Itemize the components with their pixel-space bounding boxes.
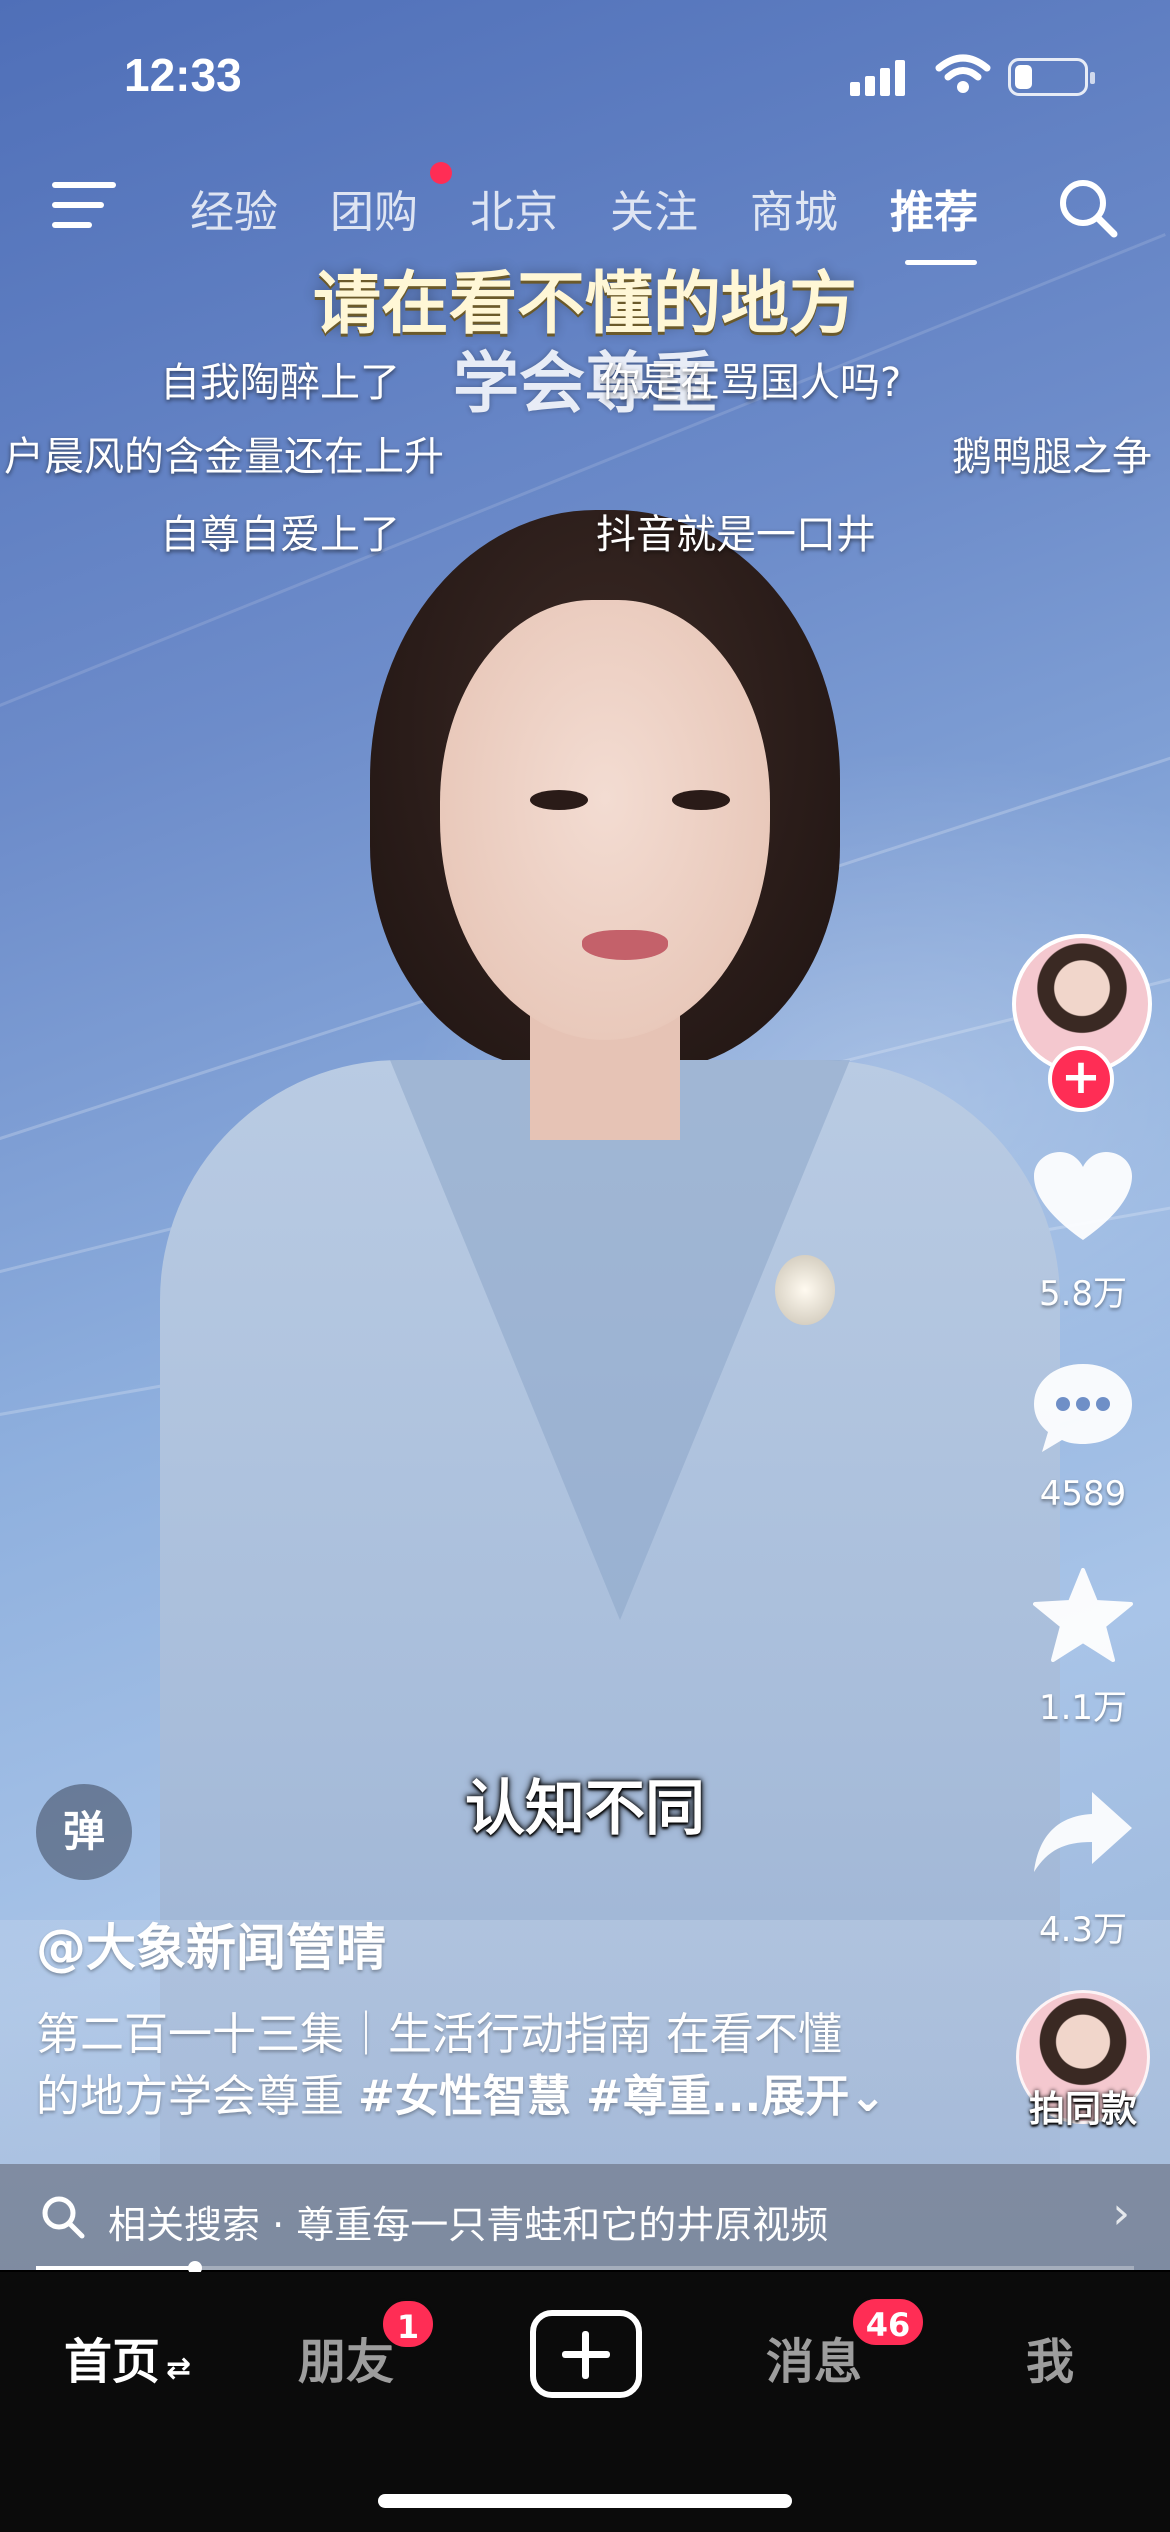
video-progress-bar[interactable] xyxy=(36,2261,1134,2275)
friends-badge: 1 xyxy=(380,2298,436,2350)
favorite-star-icon[interactable] xyxy=(1030,1568,1136,1664)
battery-icon xyxy=(1008,58,1095,96)
danmu-comment: 自我陶醉上了 xyxy=(160,360,400,406)
tab-recommended[interactable]: 推荐 xyxy=(890,176,1030,240)
menu-icon[interactable] xyxy=(52,180,116,230)
anchor-mouth xyxy=(582,930,668,960)
top-nav-tabs: 经验 团购 北京 关注 商城 推荐 xyxy=(190,176,1030,240)
danmu-comment: 抖音就是一口井 xyxy=(596,512,876,558)
home-indicator xyxy=(378,2494,792,2508)
tab-beijing[interactable]: 北京 xyxy=(470,176,610,240)
share-count: 4.3万 xyxy=(1038,1910,1128,1950)
expand-button[interactable]: 展开⌄ xyxy=(761,2071,886,2122)
bottom-tab-bar: 首页 ⇄ 朋友 1 消息 46 我 xyxy=(0,2272,1170,2532)
status-time: 12:33 xyxy=(124,49,242,101)
tab-home-label: 首页 xyxy=(64,2334,161,2390)
author-name[interactable]: @大象新闻管晴 xyxy=(36,1908,386,1980)
video-subtitle: 认知不同 xyxy=(465,1774,705,1844)
progress-fill xyxy=(36,2266,196,2270)
comment-icon[interactable] xyxy=(1030,1360,1136,1456)
battery-level xyxy=(1015,65,1032,89)
related-search-bar[interactable]: 相关搜索 · 尊重每一只青蛙和它的井原视频 › xyxy=(0,2164,1170,2270)
refresh-swap-icon: ⇄ xyxy=(166,2351,192,2386)
danmu-comment: 户晨风的含金量还在上升 xyxy=(4,434,444,480)
status-bar: 12:33 xyxy=(0,0,1170,150)
tab-following[interactable]: 关注 xyxy=(610,176,750,240)
share-arrow-icon[interactable] xyxy=(1030,1784,1136,1880)
anchor-eye xyxy=(672,790,730,810)
comment-count: 4589 xyxy=(1039,1474,1127,1514)
danmu-toggle-button[interactable]: 弹 xyxy=(36,1784,132,1880)
description-text: 的地方学会尊重 xyxy=(36,2071,358,2122)
danmu-comment: 你是在骂国人吗? xyxy=(600,360,902,406)
follow-button[interactable]: + xyxy=(1048,1046,1114,1112)
hashtags[interactable]: #女性智慧 #尊重... xyxy=(358,2071,761,2122)
chevron-right-icon: › xyxy=(1112,2188,1130,2239)
tab-experience[interactable]: 经验 xyxy=(190,176,330,240)
create-plus-button[interactable] xyxy=(530,2310,642,2398)
wifi-icon xyxy=(935,54,991,93)
same-style-label[interactable]: 拍同款 xyxy=(1012,2080,1154,2132)
cellular-signal-icon xyxy=(850,60,905,96)
notification-dot xyxy=(430,162,452,184)
related-search-text: 相关搜索 · 尊重每一只青蛙和它的井原视频 xyxy=(108,2203,829,2247)
tab-home[interactable]: 首页 ⇄ xyxy=(64,2322,191,2392)
video-description: 第二百一十三集｜生活行动指南 在看不懂 的地方学会尊重 #女性智慧 #尊重...… xyxy=(36,2004,936,2128)
anchor-face xyxy=(440,600,770,1040)
suit-lapel xyxy=(620,1060,850,1620)
danmu-comment: 鹅鸭腿之争 xyxy=(952,434,1152,480)
like-count: 5.8万 xyxy=(1038,1274,1128,1314)
messages-badge: 46 xyxy=(850,2296,926,2348)
description-line-2: 的地方学会尊重 #女性智慧 #尊重...展开⌄ xyxy=(36,2066,936,2128)
search-icon xyxy=(42,2196,85,2239)
tab-group-buy[interactable]: 团购 xyxy=(330,176,470,240)
suit-lapel xyxy=(390,1060,620,1620)
search-icon[interactable] xyxy=(1056,176,1120,240)
like-heart-icon[interactable] xyxy=(1030,1150,1136,1246)
description-line: 第二百一十三集｜生活行动指南 在看不懂 xyxy=(36,2009,842,2060)
tab-me[interactable]: 我 xyxy=(1026,2322,1074,2392)
tab-messages[interactable]: 消息 xyxy=(766,2322,862,2392)
brooch xyxy=(775,1255,835,1325)
danmu-comment: 自尊自爱上了 xyxy=(160,512,400,558)
anchor-eye xyxy=(530,790,588,810)
favorite-count: 1.1万 xyxy=(1038,1688,1128,1728)
tab-friends[interactable]: 朋友 xyxy=(298,2322,394,2392)
tab-mall[interactable]: 商城 xyxy=(750,176,890,240)
